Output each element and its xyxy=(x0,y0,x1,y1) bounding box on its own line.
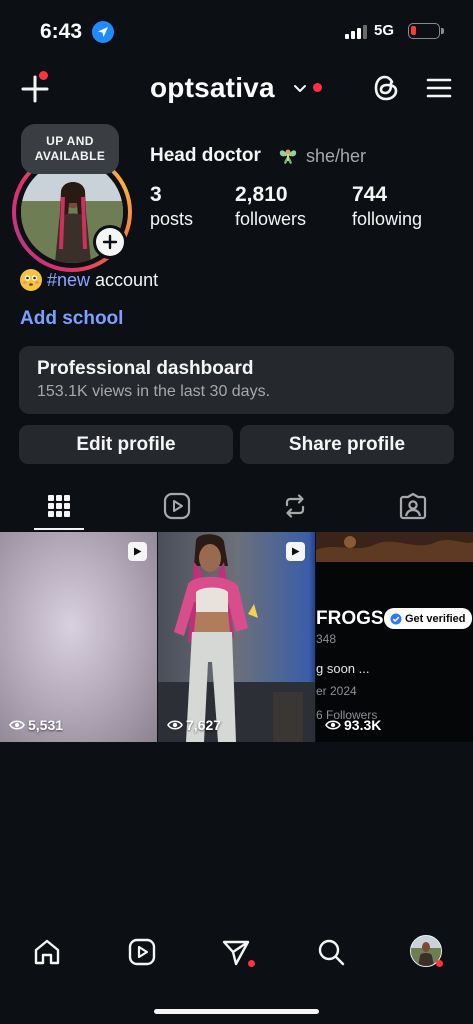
cellular-signal-icon xyxy=(345,25,367,39)
note-line-2: AVAILABLE xyxy=(34,149,106,163)
posts-count[interactable]: 3 posts xyxy=(150,182,193,230)
profile-note[interactable]: UP AND AVAILABLE xyxy=(21,124,119,174)
post-3-count: 348 xyxy=(316,632,337,646)
chevron-down-icon[interactable] xyxy=(292,81,308,95)
bio-text: account xyxy=(95,269,159,290)
post-2-image xyxy=(158,534,315,742)
tab-reels[interactable] xyxy=(118,482,236,530)
profile-header: optsativa xyxy=(0,62,473,116)
menu-icon[interactable] xyxy=(424,74,454,102)
share-profile-button[interactable]: Share profile xyxy=(240,425,454,464)
search-icon xyxy=(318,939,345,966)
add-school-link[interactable]: Add school xyxy=(20,308,123,330)
tagged-user-icon xyxy=(399,492,427,520)
post-3-verify-text: Get verified xyxy=(405,612,466,625)
account-notification-dot xyxy=(313,83,322,92)
followers-value: 2,810 xyxy=(235,183,288,206)
posts-value: 3 xyxy=(150,183,162,206)
messages-notification-dot xyxy=(248,960,255,967)
posts-grid: 5,531 7,627 FROGS Get verified 348 g soo… xyxy=(0,532,473,742)
flushed-face-emoji-icon xyxy=(20,269,42,291)
post-tile-1[interactable]: 5,531 xyxy=(0,532,157,742)
profile-bio: #new account xyxy=(20,268,158,292)
tab-posts-grid[interactable] xyxy=(0,482,118,530)
post-3-banner-image xyxy=(316,532,473,562)
tab-tagged[interactable] xyxy=(354,482,472,530)
post-view-count: 93.3K xyxy=(325,717,381,733)
post-3-heading: FROGS xyxy=(316,608,384,629)
nav-home[interactable] xyxy=(29,934,65,970)
plus-icon xyxy=(102,234,118,250)
nav-search[interactable] xyxy=(313,934,349,970)
profile-notification-dot xyxy=(436,960,443,967)
post-tile-3[interactable]: FROGS Get verified 348 g soon ... er 202… xyxy=(316,532,473,742)
bio-hashtag-link[interactable]: #new xyxy=(47,270,90,291)
status-bar: 6:43 5G xyxy=(0,0,473,62)
post-view-count: 7,627 xyxy=(167,717,221,733)
post-3-views: 93.3K xyxy=(344,717,382,733)
followers-count[interactable]: 2,810 followers xyxy=(235,182,306,230)
profile-content-tabs xyxy=(0,482,473,532)
post-3-line-1: g soon ... xyxy=(316,661,370,676)
note-line-1: UP AND xyxy=(46,134,94,148)
following-label: following xyxy=(352,209,423,229)
post-1-views: 5,531 xyxy=(28,717,64,733)
post-3-line-2: er 2024 xyxy=(316,684,357,698)
home-indicator xyxy=(154,1009,319,1014)
messages-send-icon xyxy=(222,940,250,966)
reels-icon xyxy=(128,938,156,966)
post-3-verify-badge: Get verified xyxy=(384,608,472,629)
views-eye-icon xyxy=(9,720,25,730)
tab-reposts[interactable] xyxy=(236,482,354,530)
views-eye-icon xyxy=(325,720,341,730)
reels-icon xyxy=(163,492,191,520)
posts-label: posts xyxy=(150,209,194,229)
status-time: 6:43 xyxy=(40,20,83,43)
post-tile-2[interactable]: 7,627 xyxy=(158,532,315,742)
profile-pronouns: she/her xyxy=(306,146,367,166)
home-icon xyxy=(34,939,60,965)
following-value: 744 xyxy=(352,183,388,206)
dashboard-title: Professional dashboard xyxy=(37,358,254,379)
battery-icon xyxy=(408,23,444,39)
reel-badge-icon xyxy=(286,542,305,561)
grid-icon xyxy=(48,495,70,517)
fairy-emoji-icon xyxy=(279,149,297,164)
following-count[interactable]: 744 following xyxy=(352,182,422,230)
location-arrow-icon xyxy=(92,21,114,43)
username-switcher[interactable]: optsativa xyxy=(150,72,275,104)
edit-profile-button[interactable]: Edit profile xyxy=(19,425,233,464)
reposts-icon xyxy=(285,494,305,518)
network-type: 5G xyxy=(374,22,395,39)
create-notification-dot xyxy=(39,71,48,80)
followers-label: followers xyxy=(235,209,307,229)
dashboard-subtitle: 153.1K views in the last 30 days. xyxy=(37,383,271,400)
bottom-navigation xyxy=(0,918,473,988)
views-eye-icon xyxy=(167,720,183,730)
verified-check-icon xyxy=(390,613,402,624)
post-2-views: 7,627 xyxy=(186,717,222,733)
reel-badge-icon xyxy=(128,542,147,561)
add-story-button[interactable] xyxy=(93,225,127,259)
profile-display-name: Head doctor xyxy=(150,145,261,166)
professional-dashboard-card[interactable]: Professional dashboard 153.1K views in t… xyxy=(19,346,454,414)
threads-icon[interactable] xyxy=(370,72,402,104)
active-tab-indicator xyxy=(34,528,84,530)
post-view-count: 5,531 xyxy=(9,717,63,733)
nav-reels[interactable] xyxy=(124,934,160,970)
